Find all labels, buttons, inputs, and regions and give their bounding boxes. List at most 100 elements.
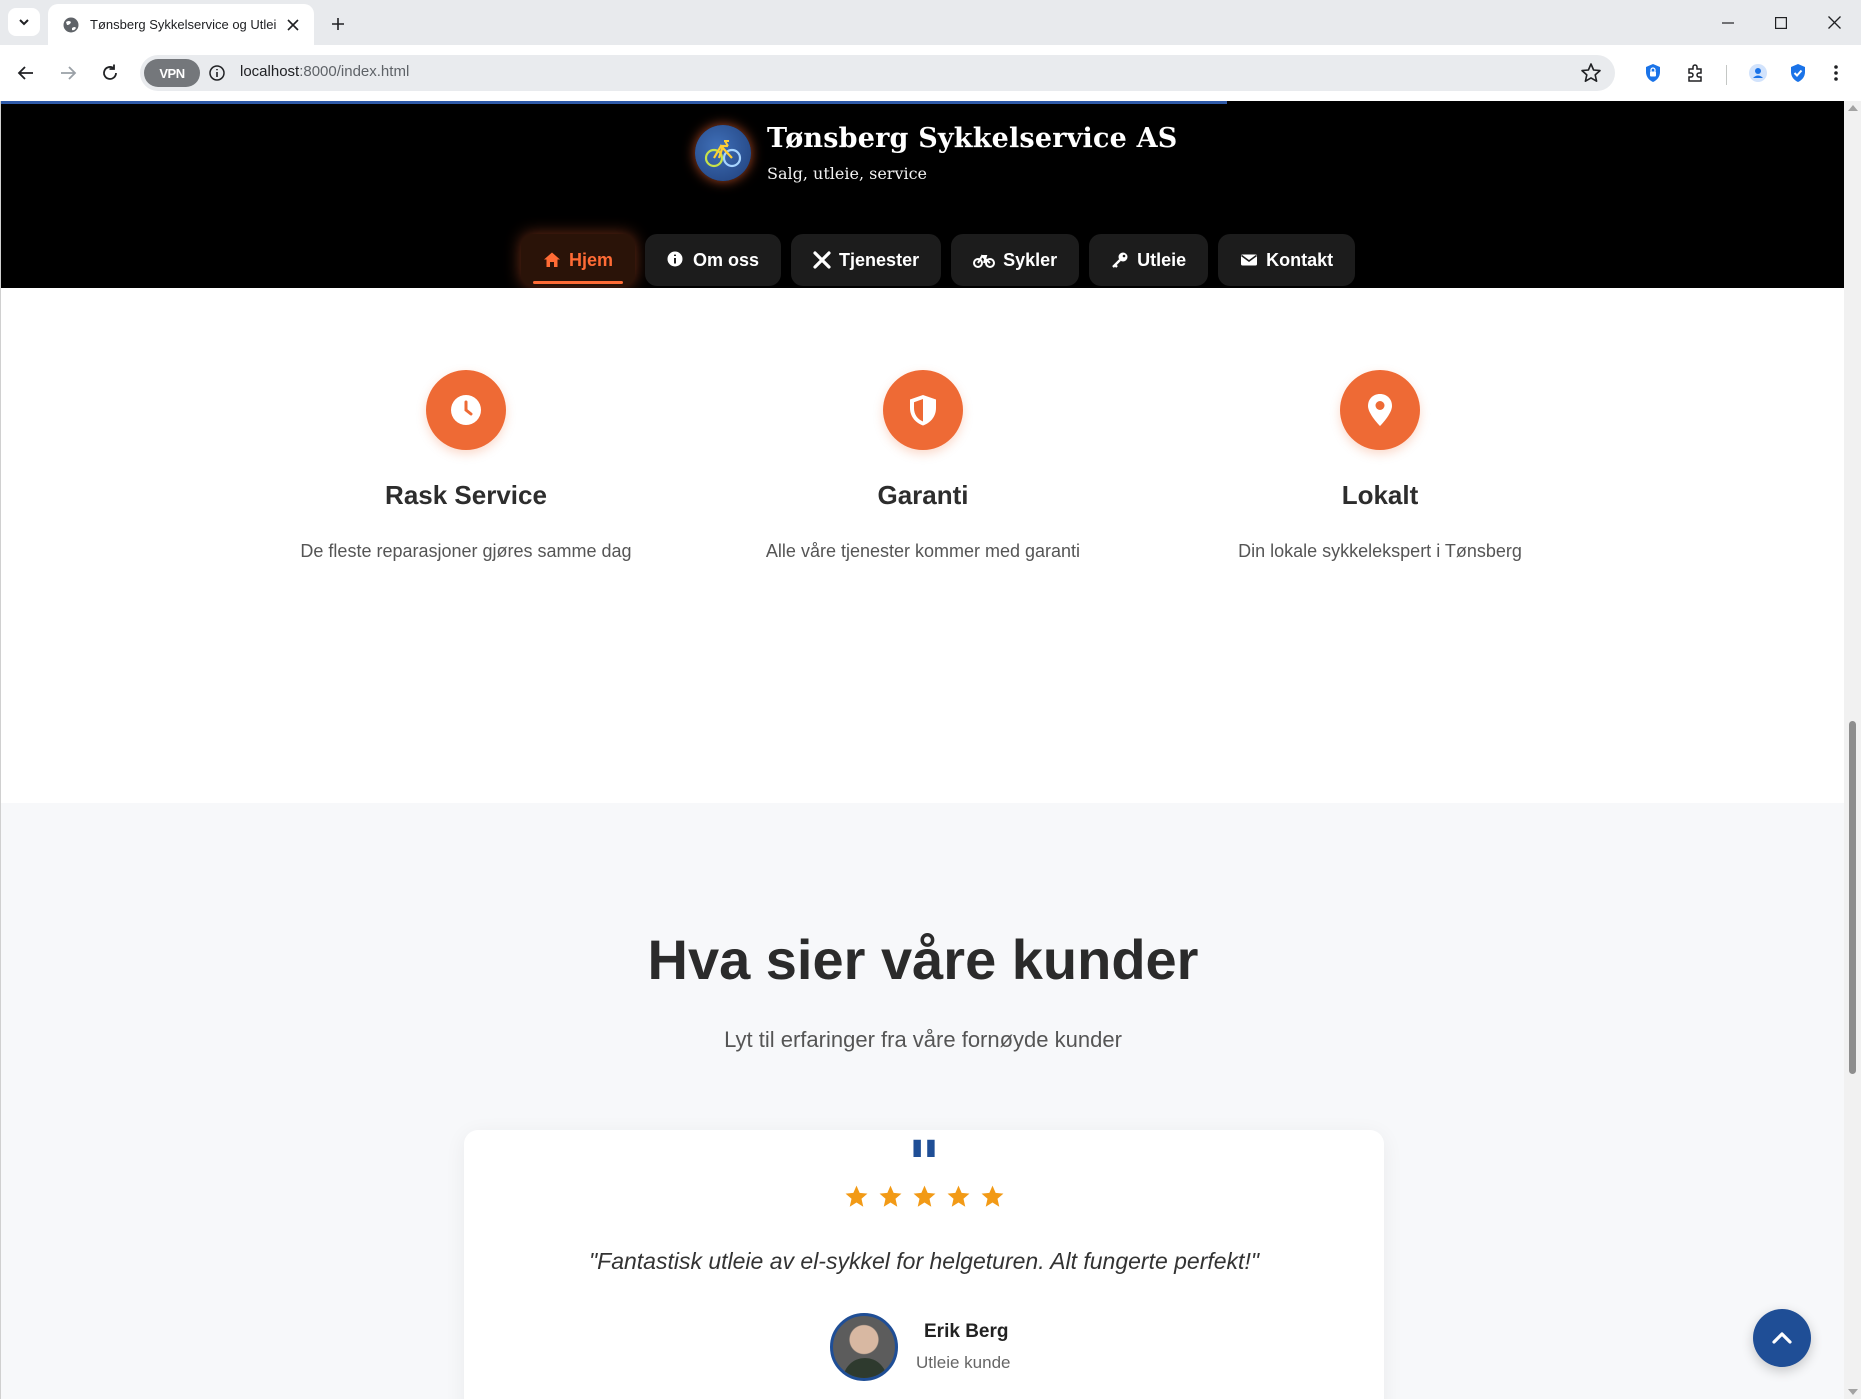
clock-icon (426, 370, 506, 450)
testimonial-text: "Fantastisk utleie av el-sykkel for helg… (588, 1248, 1260, 1274)
url-text: localhost:8000/index.html (240, 63, 409, 80)
feature-card: Rask Service De fleste reparasjoner gjør… (296, 370, 636, 566)
shield-lock-icon (1646, 64, 1660, 82)
toolbar-separator (1726, 65, 1727, 85)
feature-title: Rask Service (385, 480, 547, 510)
nav-label: Tjenester (839, 249, 920, 270)
info-icon (667, 251, 685, 269)
star-icon (947, 1185, 969, 1207)
star-icon (913, 1185, 935, 1207)
author-name: Erik Berg (924, 1321, 1009, 1342)
tab-title: Tønsberg Sykkelservice og Utleie (90, 17, 276, 32)
nav-item-sykler[interactable]: Sykler (951, 234, 1080, 286)
globe-icon (62, 16, 80, 34)
profile-button[interactable] (1742, 57, 1774, 89)
feature-title: Garanti (877, 480, 969, 510)
feature-text: Din lokale sykkelekspert i Tønsberg (1238, 541, 1522, 561)
star-rating (464, 1184, 1384, 1209)
key-icon (1111, 251, 1129, 269)
nav-item-tjenester[interactable]: Tjenester (791, 234, 942, 286)
arrow-left-icon (17, 66, 33, 80)
page-viewport: Tønsberg Sykkelservice AS Salg, utleie, … (0, 101, 1861, 1399)
avatar (830, 1313, 898, 1381)
extension-shield-button[interactable] (1637, 57, 1669, 89)
reload-icon (103, 64, 117, 80)
minimize-icon (1722, 21, 1734, 24)
feature-title: Lokalt (1341, 480, 1419, 510)
browser-tabstrip: Tønsberg Sykkelservice og Utleie (0, 0, 1861, 45)
feature-text: De fleste reparasjoner gjøres samme dag (300, 541, 632, 561)
nav-item-utleie[interactable]: Utleie (1089, 234, 1209, 286)
brand[interactable]: Tønsberg Sykkelservice AS Salg, utleie, … (695, 123, 1177, 183)
section-subheading: Lyt til erfaringer fra våre fornøyde kun… (724, 1027, 1122, 1052)
vpn-label: VPN (159, 65, 185, 81)
maximize-icon (1775, 16, 1787, 29)
star-icon (879, 1185, 901, 1207)
url-host: localhost (240, 63, 300, 80)
page-scrollbar[interactable] (1844, 101, 1861, 1399)
nav-label: Om oss (693, 249, 760, 270)
profile-icon (1749, 64, 1767, 82)
url-path: :8000/index.html (299, 63, 410, 80)
minimize-button[interactable] (1702, 0, 1754, 45)
testimonial-author: Erik Berg Utleie kunde (830, 1313, 1011, 1381)
close-tab-icon[interactable] (282, 14, 304, 36)
main-navigation: Hjem Om oss Tjenester Sykler Utleie Kont… (521, 234, 1356, 286)
chevron-up-icon (1772, 1332, 1792, 1344)
close-icon (1827, 16, 1841, 29)
site-title: Tønsberg Sykkelservice AS (767, 123, 1178, 154)
address-bar[interactable]: VPN localhost:8000/index.html (140, 55, 1615, 91)
tools-icon (813, 251, 831, 269)
close-window-button[interactable] (1808, 0, 1860, 45)
site-header: Tønsberg Sykkelservice AS Salg, utleie, … (1, 101, 1845, 288)
browser-tab-active[interactable]: Tønsberg Sykkelservice og Utleie (48, 4, 314, 45)
shield-check-icon (1791, 64, 1805, 82)
shield-icon (883, 370, 963, 450)
section-heading: Hva sier våre kunder (647, 928, 1199, 991)
features-section: Rask Service De fleste reparasjoner gjør… (1, 288, 1845, 803)
nav-label: Sykler (1003, 249, 1058, 270)
star-icon (981, 1185, 1003, 1207)
envelope-icon (1240, 251, 1258, 269)
nav-item-kontakt[interactable]: Kontakt (1218, 234, 1356, 286)
home-icon (543, 251, 561, 269)
kebab-menu-icon (1834, 65, 1838, 81)
scroll-progress-bar (1, 101, 1227, 104)
site-subtitle: Salg, utleie, service (767, 164, 928, 183)
back-to-top-button[interactable] (1753, 1309, 1811, 1367)
bicycle-logo-icon (704, 140, 742, 168)
arrow-right-icon (61, 66, 77, 80)
tab-search-button[interactable] (8, 8, 40, 36)
menu-button[interactable] (1820, 57, 1852, 89)
nav-item-hjem[interactable]: Hjem (521, 234, 636, 286)
nav-label: Hjem (569, 249, 614, 270)
scroll-down-arrow[interactable] (1848, 1389, 1858, 1395)
info-icon[interactable] (208, 64, 226, 82)
chevron-down-icon (19, 19, 29, 26)
new-tab-button[interactable] (324, 10, 352, 38)
security-extension-button[interactable] (1782, 57, 1814, 89)
scrollbar-thumb[interactable] (1849, 721, 1856, 1074)
testimonials-section: Hva sier våre kunder Lyt til erfaringer … (1, 803, 1845, 1399)
plus-icon (332, 18, 344, 30)
back-button[interactable] (10, 57, 42, 89)
feature-card: Lokalt Din lokale sykkelekspert i Tønsbe… (1210, 370, 1550, 566)
reload-button[interactable] (94, 57, 126, 89)
bookmark-star-icon[interactable] (1579, 61, 1603, 85)
puzzle-icon (1688, 64, 1702, 82)
nav-label: Utleie (1137, 249, 1187, 270)
feature-card: Garanti Alle våre tjenester kommer med g… (753, 370, 1093, 566)
map-pin-icon (1340, 370, 1420, 450)
logo (695, 125, 751, 181)
feature-text: Alle våre tjenester kommer med garanti (765, 541, 1081, 561)
extensions-button[interactable] (1679, 57, 1711, 89)
forward-button[interactable] (52, 57, 84, 89)
nav-item-om-oss[interactable]: Om oss (645, 234, 782, 286)
maximize-button[interactable] (1755, 0, 1807, 45)
browser-toolbar: VPN localhost:8000/index.html (0, 45, 1861, 101)
scroll-up-arrow[interactable] (1848, 105, 1858, 111)
nav-label: Kontakt (1266, 249, 1334, 270)
vpn-badge[interactable]: VPN (144, 59, 200, 87)
bicycle-icon (973, 251, 996, 269)
author-role: Utleie kunde (916, 1353, 1011, 1372)
